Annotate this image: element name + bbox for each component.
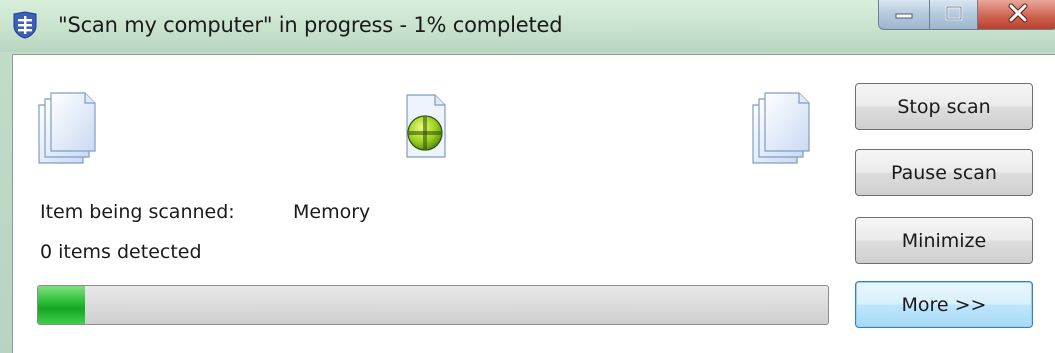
close-icon [1007,3,1029,27]
more-button[interactable]: More >> [855,281,1033,328]
maximize-icon [945,5,963,25]
window-minimize-button[interactable] [878,0,930,30]
item-being-scanned-label: Item being scanned: [40,201,235,223]
item-being-scanned-value: Memory [293,201,371,223]
scan-panel: Item being scanned: Memory 0 items detec… [12,54,1055,353]
title-bar[interactable]: "Scan my computer" in progress - 1% comp… [0,0,1055,52]
scan-window: "Scan my computer" in progress - 1% comp… [0,0,1055,353]
shield-app-icon [10,10,40,40]
document-stack-icon [37,91,97,165]
window-close-button[interactable] [978,0,1055,30]
scan-target-icon [401,91,449,159]
pause-scan-button[interactable]: Pause scan [855,149,1033,196]
document-stack-icon [751,91,811,165]
minimize-icon [894,5,914,24]
window-maximize-button[interactable] [930,0,978,30]
items-detected-text: 0 items detected [40,241,202,263]
stop-scan-button[interactable]: Stop scan [855,83,1033,130]
progress-fill [38,286,86,324]
window-title: "Scan my computer" in progress - 1% comp… [58,13,563,37]
scan-progress-bar [37,285,829,325]
caption-buttons [878,0,1055,38]
minimize-button[interactable]: Minimize [855,217,1033,264]
